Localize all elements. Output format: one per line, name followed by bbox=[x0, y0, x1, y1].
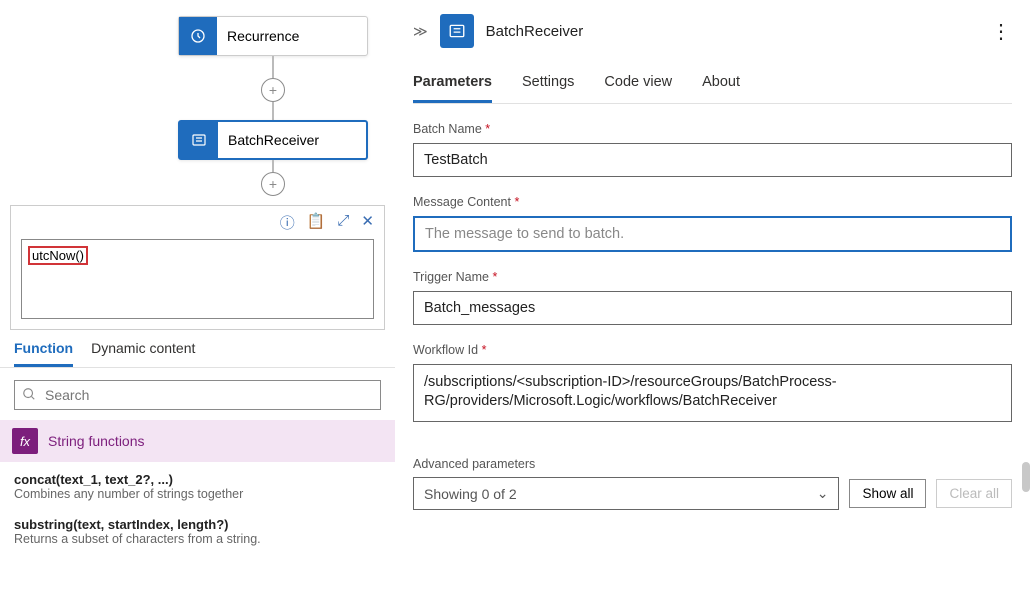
expression-editor: ⓘ 📋 ⤢ ✕ utcNow() bbox=[10, 205, 385, 330]
field-message-content: Message Content * bbox=[413, 193, 1012, 252]
tab-code-view[interactable]: Code view bbox=[604, 74, 672, 103]
connector bbox=[272, 102, 274, 120]
field-workflow-id: Workflow Id * /subscriptions/<subscripti… bbox=[413, 341, 1012, 427]
expression-textarea[interactable]: utcNow() bbox=[21, 239, 374, 319]
category-string-functions[interactable]: fx String functions bbox=[0, 420, 395, 462]
node-label: BatchReceiver bbox=[218, 132, 319, 148]
fx-icon: fx bbox=[12, 428, 38, 454]
field-label: Workflow Id bbox=[413, 343, 478, 357]
chevron-down-icon: ⌄ bbox=[817, 485, 829, 502]
batch-icon bbox=[180, 121, 218, 159]
function-substring[interactable]: substring(text, startIndex, length?) Ret… bbox=[0, 507, 395, 552]
field-label: Trigger Name bbox=[413, 270, 489, 284]
paste-icon[interactable]: 📋 bbox=[307, 212, 326, 233]
field-label: Batch Name bbox=[413, 122, 482, 136]
search-icon bbox=[22, 387, 36, 406]
function-signature: substring(text, startIndex, length?) bbox=[14, 517, 381, 532]
required-indicator: * bbox=[485, 122, 490, 136]
panel-title: BatchReceiver bbox=[486, 23, 584, 40]
category-label: String functions bbox=[48, 433, 145, 449]
batch-icon bbox=[440, 14, 474, 48]
advanced-label: Advanced parameters bbox=[413, 457, 535, 471]
function-signature: concat(text_1, text_2?, ...) bbox=[14, 472, 381, 487]
tab-settings[interactable]: Settings bbox=[522, 74, 574, 103]
trigger-name-input[interactable] bbox=[413, 291, 1012, 325]
advanced-parameters: Advanced parameters Showing 0 of 2 ⌄ Sho… bbox=[413, 455, 1012, 510]
node-label: Recurrence bbox=[217, 28, 299, 44]
info-icon[interactable]: ⓘ bbox=[280, 212, 295, 233]
function-description: Returns a subset of characters from a st… bbox=[14, 532, 381, 546]
tab-parameters[interactable]: Parameters bbox=[413, 74, 492, 103]
add-step-button[interactable]: + bbox=[261, 172, 285, 196]
clock-icon bbox=[179, 17, 217, 55]
function-description: Combines any number of strings together bbox=[14, 487, 381, 501]
advanced-select-text: Showing 0 of 2 bbox=[424, 486, 517, 502]
connector bbox=[272, 56, 274, 78]
field-label: Message Content bbox=[413, 195, 511, 209]
expression-tabs: Function Dynamic content bbox=[0, 330, 395, 368]
expression-value: utcNow() bbox=[28, 246, 88, 265]
field-batch-name: Batch Name * bbox=[413, 120, 1012, 177]
search-input[interactable] bbox=[14, 380, 381, 410]
batch-name-input[interactable] bbox=[413, 143, 1012, 177]
tab-about[interactable]: About bbox=[702, 74, 740, 103]
workflow-id-input[interactable]: /subscriptions/<subscription-ID>/resourc… bbox=[413, 364, 1012, 422]
required-indicator: * bbox=[492, 270, 497, 284]
advanced-select[interactable]: Showing 0 of 2 ⌄ bbox=[413, 477, 839, 510]
add-step-button[interactable]: + bbox=[261, 78, 285, 102]
expand-icon[interactable]: ⤢ bbox=[337, 212, 349, 233]
close-icon[interactable]: ✕ bbox=[361, 212, 374, 233]
designer-canvas[interactable]: Recurrence + BatchReceiver + bbox=[0, 0, 395, 205]
tab-dynamic-content[interactable]: Dynamic content bbox=[91, 340, 195, 367]
right-tabs: Parameters Settings Code view About bbox=[413, 74, 1012, 104]
required-indicator: * bbox=[482, 343, 487, 357]
message-content-input[interactable] bbox=[413, 216, 1012, 252]
show-all-button[interactable]: Show all bbox=[849, 479, 926, 508]
connector bbox=[272, 160, 274, 172]
collapse-button[interactable]: ≫ bbox=[413, 23, 428, 40]
clear-all-button[interactable]: Clear all bbox=[936, 479, 1012, 508]
required-indicator: * bbox=[514, 195, 519, 209]
tab-function[interactable]: Function bbox=[14, 340, 73, 367]
more-menu-button[interactable]: ⋮ bbox=[991, 19, 1012, 44]
field-trigger-name: Trigger Name * bbox=[413, 268, 1012, 325]
node-batchreceiver[interactable]: BatchReceiver bbox=[178, 120, 368, 160]
node-recurrence[interactable]: Recurrence bbox=[178, 16, 368, 56]
function-concat[interactable]: concat(text_1, text_2?, ...) Combines an… bbox=[0, 462, 395, 507]
